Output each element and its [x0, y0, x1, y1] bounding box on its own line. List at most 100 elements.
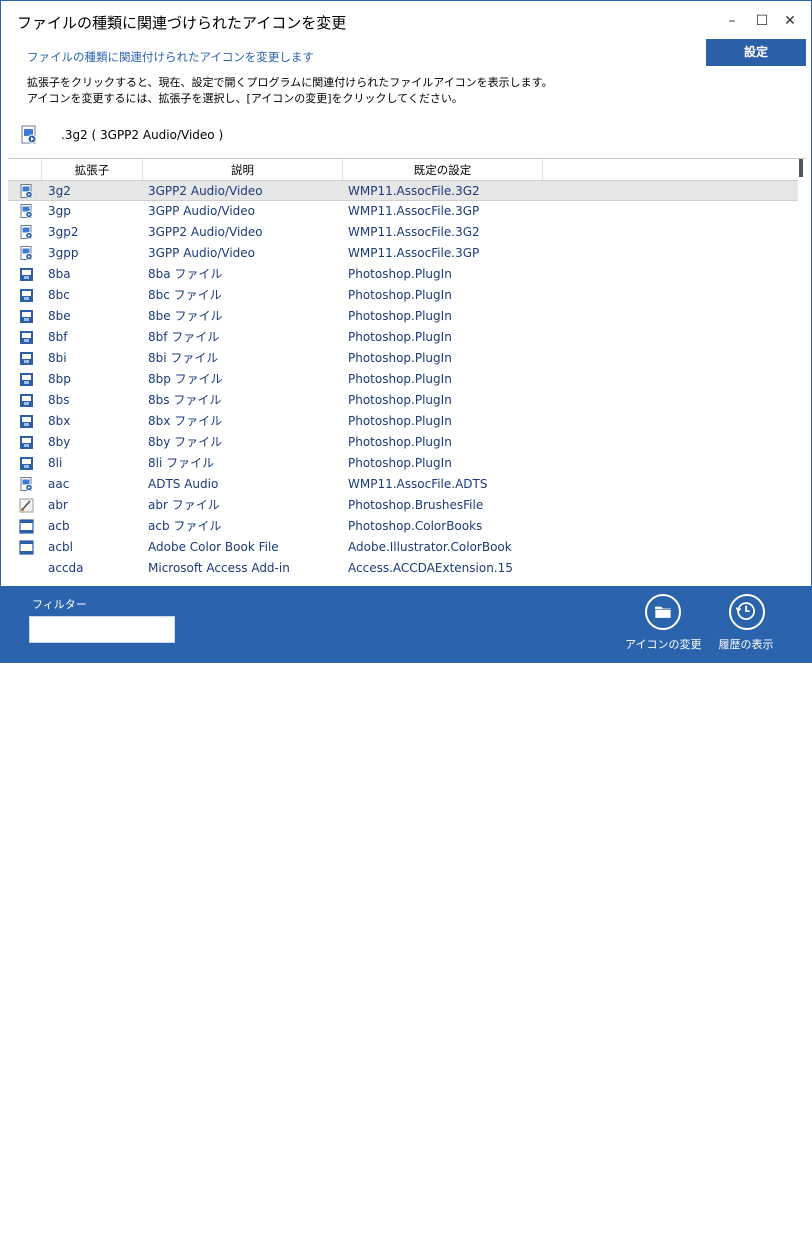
cell-description: 3GPP Audio/Video	[148, 246, 255, 260]
table-row[interactable]: 8bx 8bx ファイル Photoshop.PlugIn	[8, 411, 798, 432]
cell-default-setting: Photoshop.PlugIn	[348, 456, 452, 470]
cell-default-setting: Photoshop.PlugIn	[348, 330, 452, 344]
cell-default-setting: WMP11.AssocFile.3GP	[348, 246, 480, 260]
plugin-file-icon	[19, 372, 34, 387]
table-row[interactable]: 8bp 8bp ファイル Photoshop.PlugIn	[8, 369, 798, 390]
cell-extension: 8be	[48, 309, 71, 323]
page-subtitle: ファイルの種類に関連付けられたアイコンを変更します	[27, 50, 314, 64]
window-title: ファイルの種類に関連づけられたアイコンを変更	[17, 14, 347, 32]
table-row[interactable]: 8bi 8bi ファイル Photoshop.PlugIn	[8, 348, 798, 369]
plugin-file-icon	[19, 393, 34, 408]
change-icon-label: アイコンの変更	[625, 638, 702, 651]
cell-default-setting: WMP11.AssocFile.ADTS	[348, 477, 488, 491]
table-row[interactable]: acb acb ファイル Photoshop.ColorBooks	[8, 516, 798, 537]
cell-description: 8li ファイル	[148, 456, 215, 470]
cell-default-setting: Photoshop.PlugIn	[348, 435, 452, 449]
cell-default-setting: Photoshop.BrushesFile	[348, 498, 484, 512]
cell-default-setting: Access.ACCDAExtension.15	[348, 561, 513, 575]
cell-extension: 3gp	[48, 204, 71, 218]
cell-default-setting: Photoshop.PlugIn	[348, 267, 452, 281]
column-header-description[interactable]: 説明	[143, 159, 343, 181]
table-row[interactable]: 3gp2 3GPP2 Audio/Video WMP11.AssocFile.3G2	[8, 222, 798, 243]
table-row[interactable]: aac ADTS Audio WMP11.AssocFile.ADTS	[8, 474, 798, 495]
media-file-icon	[19, 204, 34, 219]
table-row[interactable]: 3g2 3GPP2 Audio/Video WMP11.AssocFile.3G2	[8, 180, 798, 201]
description-line-1: 拡張子をクリックすると、現在、設定で開くプログラムに関連付けられたファイルアイコ…	[27, 76, 553, 89]
cell-description: 8bc ファイル	[148, 288, 222, 302]
plugin-file-icon	[19, 414, 34, 429]
table-row[interactable]: 8li 8li ファイル Photoshop.PlugIn	[8, 453, 798, 474]
description-line-2: アイコンを変更するには、拡張子を選択し、[アイコンの変更]をクリックしてください…	[27, 92, 463, 105]
history-button[interactable]: 履歴の表示	[709, 592, 783, 658]
cell-default-setting: Photoshop.PlugIn	[348, 288, 452, 302]
cell-description: 8ba ファイル	[148, 267, 223, 281]
cell-description: ADTS Audio	[148, 477, 219, 491]
cell-extension: 8bp	[48, 372, 71, 386]
cell-extension: 8bs	[48, 393, 70, 407]
cell-default-setting: Photoshop.PlugIn	[348, 414, 452, 428]
column-header-default[interactable]: 既定の設定	[343, 159, 543, 181]
cell-extension: 3g2	[48, 184, 71, 198]
cell-description: 3GPP Audio/Video	[148, 204, 255, 218]
title-bar: ファイルの種類に関連づけられたアイコンを変更 – ☐ ✕	[1, 1, 811, 41]
folder-icon	[645, 594, 681, 630]
cell-extension: acbl	[48, 540, 73, 554]
plugin-file-icon	[19, 288, 34, 303]
scrollbar-thumb[interactable]	[799, 159, 803, 177]
cell-description: 8bf ファイル	[148, 330, 220, 344]
brush-file-icon	[19, 498, 34, 513]
cell-description: 3GPP2 Audio/Video	[148, 184, 263, 198]
plugin-file-icon	[19, 435, 34, 450]
table-row[interactable]: 8by 8by ファイル Photoshop.PlugIn	[8, 432, 798, 453]
filter-label: フィルター	[32, 598, 87, 611]
close-button[interactable]: ✕	[777, 9, 803, 33]
table-row[interactable]: acbl Adobe Color Book File Adobe.Illustrat…	[8, 537, 798, 558]
cell-default-setting: Photoshop.ColorBooks	[348, 519, 483, 533]
settings-button[interactable]: 設定	[706, 39, 806, 66]
footer-bar: フィルター アイコンの変更 履歴の表示 ⋰	[1, 586, 811, 1241]
table-row[interactable]: 8bc 8bc ファイル Photoshop.PlugIn	[8, 285, 798, 306]
vertical-scrollbar[interactable]	[797, 159, 805, 584]
blank-file-icon	[19, 561, 34, 576]
media-file-icon	[19, 477, 34, 492]
table-row[interactable]: 8be 8be ファイル Photoshop.PlugIn	[8, 306, 798, 327]
media-file-icon	[19, 184, 34, 199]
plugin-file-icon	[19, 330, 34, 345]
cell-default-setting: WMP11.AssocFile.3GP	[348, 204, 480, 218]
table-row[interactable]: 8bf 8bf ファイル Photoshop.PlugIn	[8, 327, 798, 348]
cell-extension: accda	[48, 561, 84, 575]
cell-default-setting: Photoshop.PlugIn	[348, 351, 452, 365]
cell-extension: 3gp2	[48, 225, 79, 239]
cell-description: 8be ファイル	[148, 309, 223, 323]
cell-description: 8bx ファイル	[148, 414, 223, 428]
cell-description: acb ファイル	[148, 519, 222, 533]
extension-table: 拡張子 説明 既定の設定 3g2 3GPP2 Audio/Video WMP11.A…	[8, 158, 806, 587]
cell-extension: aac	[48, 477, 70, 491]
minimize-button[interactable]: –	[719, 9, 745, 33]
cell-description: 8by ファイル	[148, 435, 223, 449]
history-clock-icon	[729, 594, 765, 630]
app-window: ファイルの種類に関連づけられたアイコンを変更 – ☐ ✕ ファイルの種類に関連付…	[0, 0, 812, 1241]
filter-input[interactable]	[29, 616, 175, 643]
header-icon-column	[8, 159, 42, 181]
cell-default-setting: Photoshop.PlugIn	[348, 372, 452, 386]
table-row[interactable]: 3gp 3GPP Audio/Video WMP11.AssocFile.3GP	[8, 201, 798, 222]
cell-default-setting: WMP11.AssocFile.3G2	[348, 225, 480, 239]
maximize-button[interactable]: ☐	[749, 9, 775, 33]
table-row[interactable]: 8ba 8ba ファイル Photoshop.PlugIn	[8, 264, 798, 285]
table-row[interactable]: abr abr ファイル Photoshop.BrushesFile	[8, 495, 798, 516]
plugin-file-icon	[19, 456, 34, 471]
table-row[interactable]: 3gpp 3GPP Audio/Video WMP11.AssocFile.3GP	[8, 243, 798, 264]
resize-grip-icon[interactable]: ⋰	[795, 1231, 804, 1241]
table-row[interactable]: accda Microsoft Access Add-in Access.ACCDA…	[8, 558, 798, 579]
change-icon-button[interactable]: アイコンの変更	[625, 592, 702, 658]
cell-default-setting: Photoshop.PlugIn	[348, 309, 452, 323]
cell-default-setting: Adobe.Illustrator.ColorBook	[348, 540, 512, 554]
media-file-icon	[19, 225, 34, 240]
cell-extension: 8bf	[48, 330, 68, 344]
table-row[interactable]: 8bs 8bs ファイル Photoshop.PlugIn	[8, 390, 798, 411]
history-label: 履歴の表示	[718, 638, 774, 651]
column-header-extension[interactable]: 拡張子	[42, 159, 143, 181]
cell-description: 8bs ファイル	[148, 393, 222, 407]
cell-description: 8bp ファイル	[148, 372, 223, 386]
